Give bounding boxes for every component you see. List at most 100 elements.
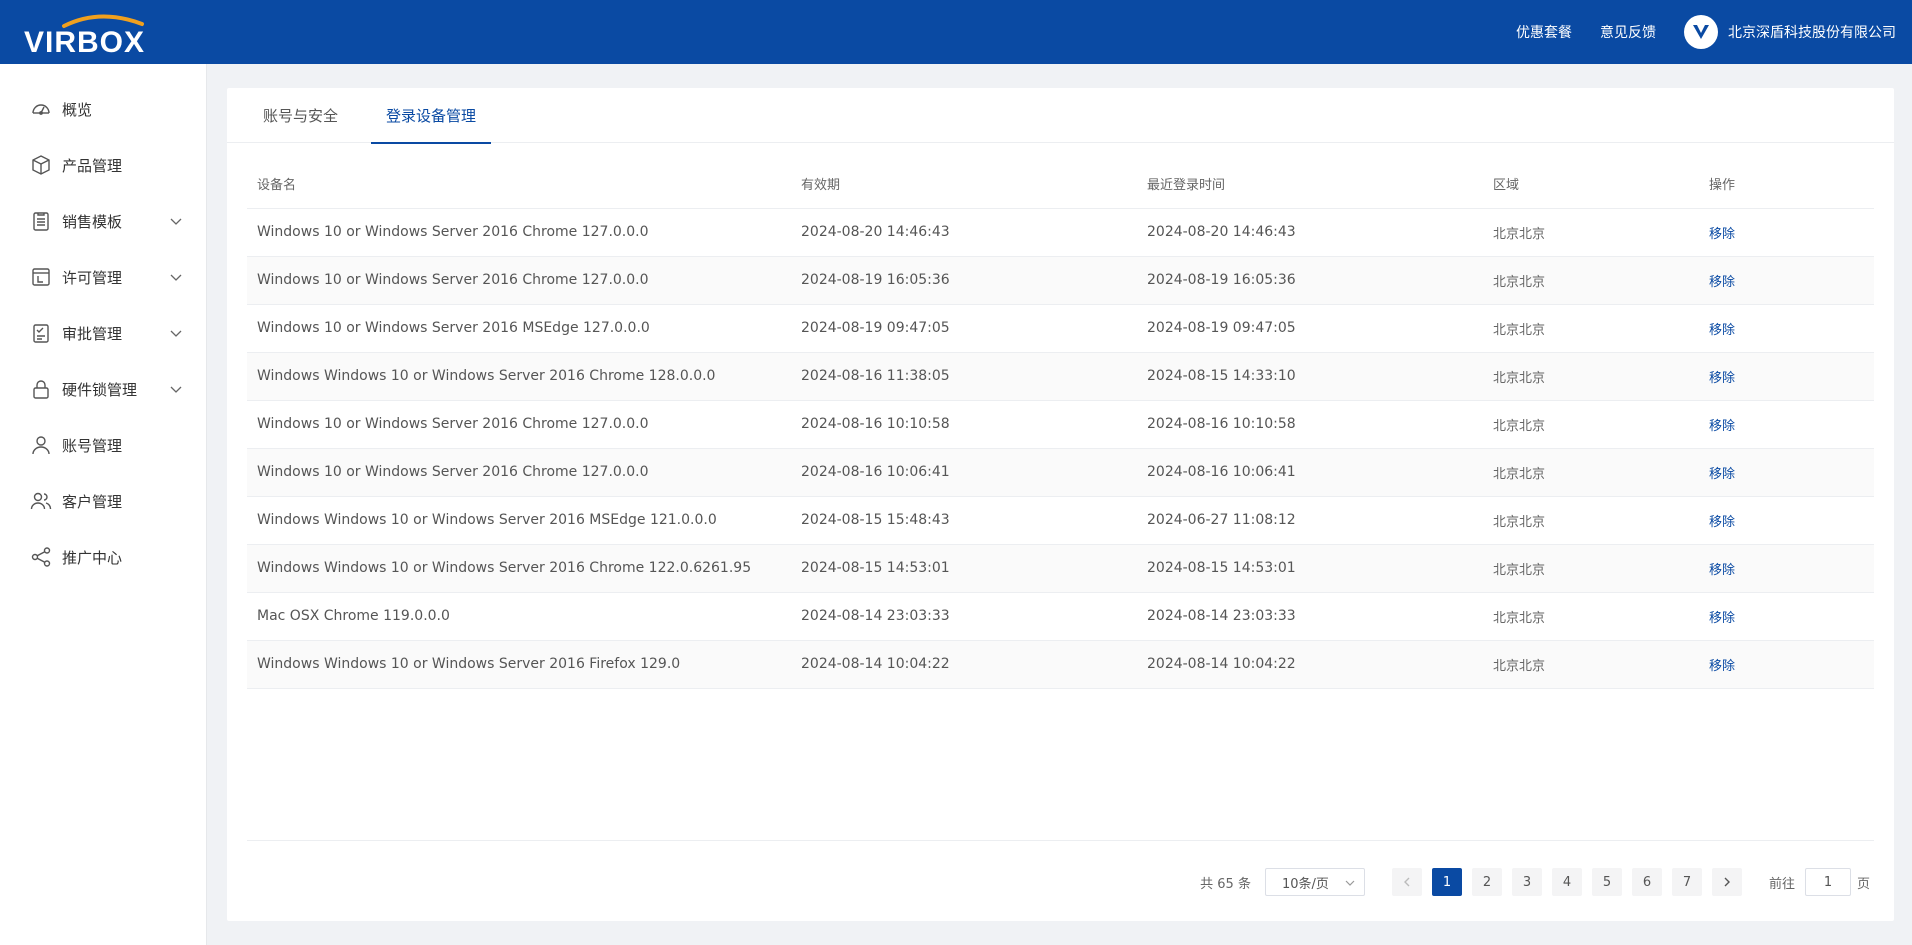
page-button-7[interactable]: 7 bbox=[1671, 868, 1702, 896]
device-name: Windows 10 or Windows Server 2016 Chrome… bbox=[247, 256, 791, 305]
column-header-actions: 操作 bbox=[1699, 160, 1874, 209]
sidebar-item-label: 概览 bbox=[62, 100, 93, 119]
content-card: 账号与安全 登录设备管理 设备名 有效期 最近登录时间 区域 操作 Window… bbox=[227, 88, 1894, 921]
virbox-logo[interactable]: VIRBOX bbox=[24, 10, 176, 59]
user-icon bbox=[30, 434, 52, 456]
sidebar-item-customers[interactable]: 客户管理 bbox=[0, 473, 206, 529]
table-row: Windows Windows 10 or Windows Server 201… bbox=[247, 352, 1874, 401]
device-name: Windows Windows 10 or Windows Server 201… bbox=[247, 640, 791, 689]
device-name: Windows Windows 10 or Windows Server 201… bbox=[247, 352, 791, 401]
column-header-device: 设备名 bbox=[247, 160, 791, 209]
page-button-6[interactable]: 6 bbox=[1631, 868, 1662, 896]
table-row: Windows 10 or Windows Server 2016 Chrome… bbox=[247, 256, 1874, 305]
sidebar-item-approvals[interactable]: 审批管理 bbox=[0, 305, 206, 361]
page-button-5[interactable]: 5 bbox=[1591, 868, 1622, 896]
sidebar-item-sales-templates[interactable]: 销售模板 bbox=[0, 193, 206, 249]
table-header-row: 设备名 有效期 最近登录时间 区域 操作 bbox=[247, 160, 1874, 209]
column-header-last-login: 最近登录时间 bbox=[1137, 160, 1483, 209]
region: 北京北京 bbox=[1483, 208, 1699, 257]
share-icon bbox=[30, 546, 52, 568]
sidebar-item-accounts[interactable]: 账号管理 bbox=[0, 417, 206, 473]
header-right: 优惠套餐 意见反馈 北京深盾科技股份有限公司 bbox=[1488, 0, 1896, 64]
table-row: Windows 10 or Windows Server 2016 Chrome… bbox=[247, 400, 1874, 449]
page-button-1[interactable]: 1 bbox=[1431, 868, 1462, 896]
users-icon bbox=[30, 490, 52, 512]
remove-button[interactable]: 移除 bbox=[1709, 611, 1735, 626]
goto-page: 前往 页 bbox=[1769, 868, 1870, 896]
column-header-validity: 有效期 bbox=[791, 160, 1137, 209]
page-unit-label: 页 bbox=[1856, 876, 1870, 892]
table-row: Windows Windows 10 or Windows Server 201… bbox=[247, 640, 1874, 689]
last-login: 2024-08-15 14:53:01 bbox=[1137, 544, 1483, 593]
approval-icon bbox=[30, 322, 52, 344]
page-size-select[interactable]: 10条/页 bbox=[1264, 868, 1365, 896]
top-header: VIRBOX 优惠套餐 意见反馈 北京深盾科技股份有限公司 bbox=[0, 0, 1912, 64]
sidebar-item-label: 推广中心 bbox=[62, 548, 123, 567]
remove-button[interactable]: 移除 bbox=[1709, 563, 1735, 578]
promo-link[interactable]: 优惠套餐 bbox=[1516, 22, 1572, 42]
chevron-left-icon bbox=[1403, 877, 1410, 887]
company-account[interactable]: 北京深盾科技股份有限公司 bbox=[1684, 15, 1896, 49]
remove-button[interactable]: 移除 bbox=[1709, 371, 1735, 386]
tab-account-security[interactable]: 账号与安全 bbox=[263, 88, 338, 143]
chevron-down-icon bbox=[170, 274, 182, 281]
remove-button[interactable]: 移除 bbox=[1709, 419, 1735, 434]
remove-button[interactable]: 移除 bbox=[1709, 659, 1735, 674]
sidebar: 概览 产品管理 销售模板 许可管理 审批管理 硬件锁管理 账号管理 客户管理 推… bbox=[0, 64, 207, 945]
lock-icon bbox=[30, 378, 52, 400]
sidebar-item-label: 审批管理 bbox=[62, 324, 123, 343]
page-button-3[interactable]: 3 bbox=[1511, 868, 1542, 896]
next-page-button[interactable] bbox=[1711, 868, 1742, 896]
page-button-2[interactable]: 2 bbox=[1471, 868, 1502, 896]
table-row: Windows 10 or Windows Server 2016 Chrome… bbox=[247, 448, 1874, 497]
sidebar-item-licenses[interactable]: 许可管理 bbox=[0, 249, 206, 305]
last-login: 2024-06-27 11:08:12 bbox=[1137, 496, 1483, 545]
last-login: 2024-08-14 23:03:33 bbox=[1137, 592, 1483, 641]
region: 北京北京 bbox=[1483, 496, 1699, 545]
remove-button[interactable]: 移除 bbox=[1709, 323, 1735, 338]
devices-table: 设备名 有效期 最近登录时间 区域 操作 Windows 10 or Windo… bbox=[247, 160, 1874, 689]
page-button-4[interactable]: 4 bbox=[1551, 868, 1582, 896]
valid-until: 2024-08-16 10:06:41 bbox=[791, 448, 1137, 497]
table-row: Windows Windows 10 or Windows Server 201… bbox=[247, 496, 1874, 545]
valid-until: 2024-08-15 14:53:01 bbox=[791, 544, 1137, 593]
company-name: 北京深盾科技股份有限公司 bbox=[1728, 25, 1896, 41]
prev-page-button[interactable] bbox=[1391, 868, 1422, 896]
remove-button[interactable]: 移除 bbox=[1709, 227, 1735, 242]
tab-login-devices[interactable]: 登录设备管理 bbox=[371, 88, 492, 144]
region: 北京北京 bbox=[1483, 352, 1699, 401]
sidebar-item-products[interactable]: 产品管理 bbox=[0, 137, 206, 193]
sidebar-item-hardware-locks[interactable]: 硬件锁管理 bbox=[0, 361, 206, 417]
valid-until: 2024-08-15 15:48:43 bbox=[791, 496, 1137, 545]
last-login: 2024-08-15 14:33:10 bbox=[1137, 352, 1483, 401]
chevron-down-icon bbox=[1345, 880, 1355, 886]
valid-until: 2024-08-14 23:03:33 bbox=[791, 592, 1137, 641]
table-row: Windows 10 or Windows Server 2016 Chrome… bbox=[247, 208, 1874, 257]
feedback-link[interactable]: 意见反馈 bbox=[1600, 22, 1656, 42]
tab-bar: 账号与安全 登录设备管理 bbox=[227, 88, 1894, 144]
chevron-down-icon bbox=[170, 330, 182, 337]
sidebar-item-label: 客户管理 bbox=[62, 492, 123, 511]
device-name: Windows 10 or Windows Server 2016 MSEdge… bbox=[247, 304, 791, 353]
divider bbox=[247, 840, 1874, 841]
goto-page-input[interactable] bbox=[1804, 868, 1851, 896]
last-login: 2024-08-16 10:10:58 bbox=[1137, 400, 1483, 449]
last-login: 2024-08-14 10:04:22 bbox=[1137, 640, 1483, 689]
company-logo-icon bbox=[1684, 15, 1718, 49]
sidebar-item-label: 账号管理 bbox=[62, 436, 123, 455]
valid-until: 2024-08-19 09:47:05 bbox=[791, 304, 1137, 353]
table-row: Windows 10 or Windows Server 2016 MSEdge… bbox=[247, 304, 1874, 353]
chevron-right-icon bbox=[1724, 877, 1730, 887]
device-name: Windows 10 or Windows Server 2016 Chrome… bbox=[247, 208, 791, 257]
valid-until: 2024-08-20 14:46:43 bbox=[791, 208, 1137, 257]
valid-until: 2024-08-19 16:05:36 bbox=[791, 256, 1137, 305]
dashboard-icon bbox=[30, 98, 52, 120]
sidebar-item-promotion[interactable]: 推广中心 bbox=[0, 529, 206, 585]
remove-button[interactable]: 移除 bbox=[1709, 515, 1735, 530]
valid-until: 2024-08-16 10:10:58 bbox=[791, 400, 1137, 449]
device-name: Windows 10 or Windows Server 2016 Chrome… bbox=[247, 448, 791, 497]
last-login: 2024-08-19 09:47:05 bbox=[1137, 304, 1483, 353]
sidebar-item-overview[interactable]: 概览 bbox=[0, 81, 206, 137]
remove-button[interactable]: 移除 bbox=[1709, 275, 1735, 290]
remove-button[interactable]: 移除 bbox=[1709, 467, 1735, 482]
